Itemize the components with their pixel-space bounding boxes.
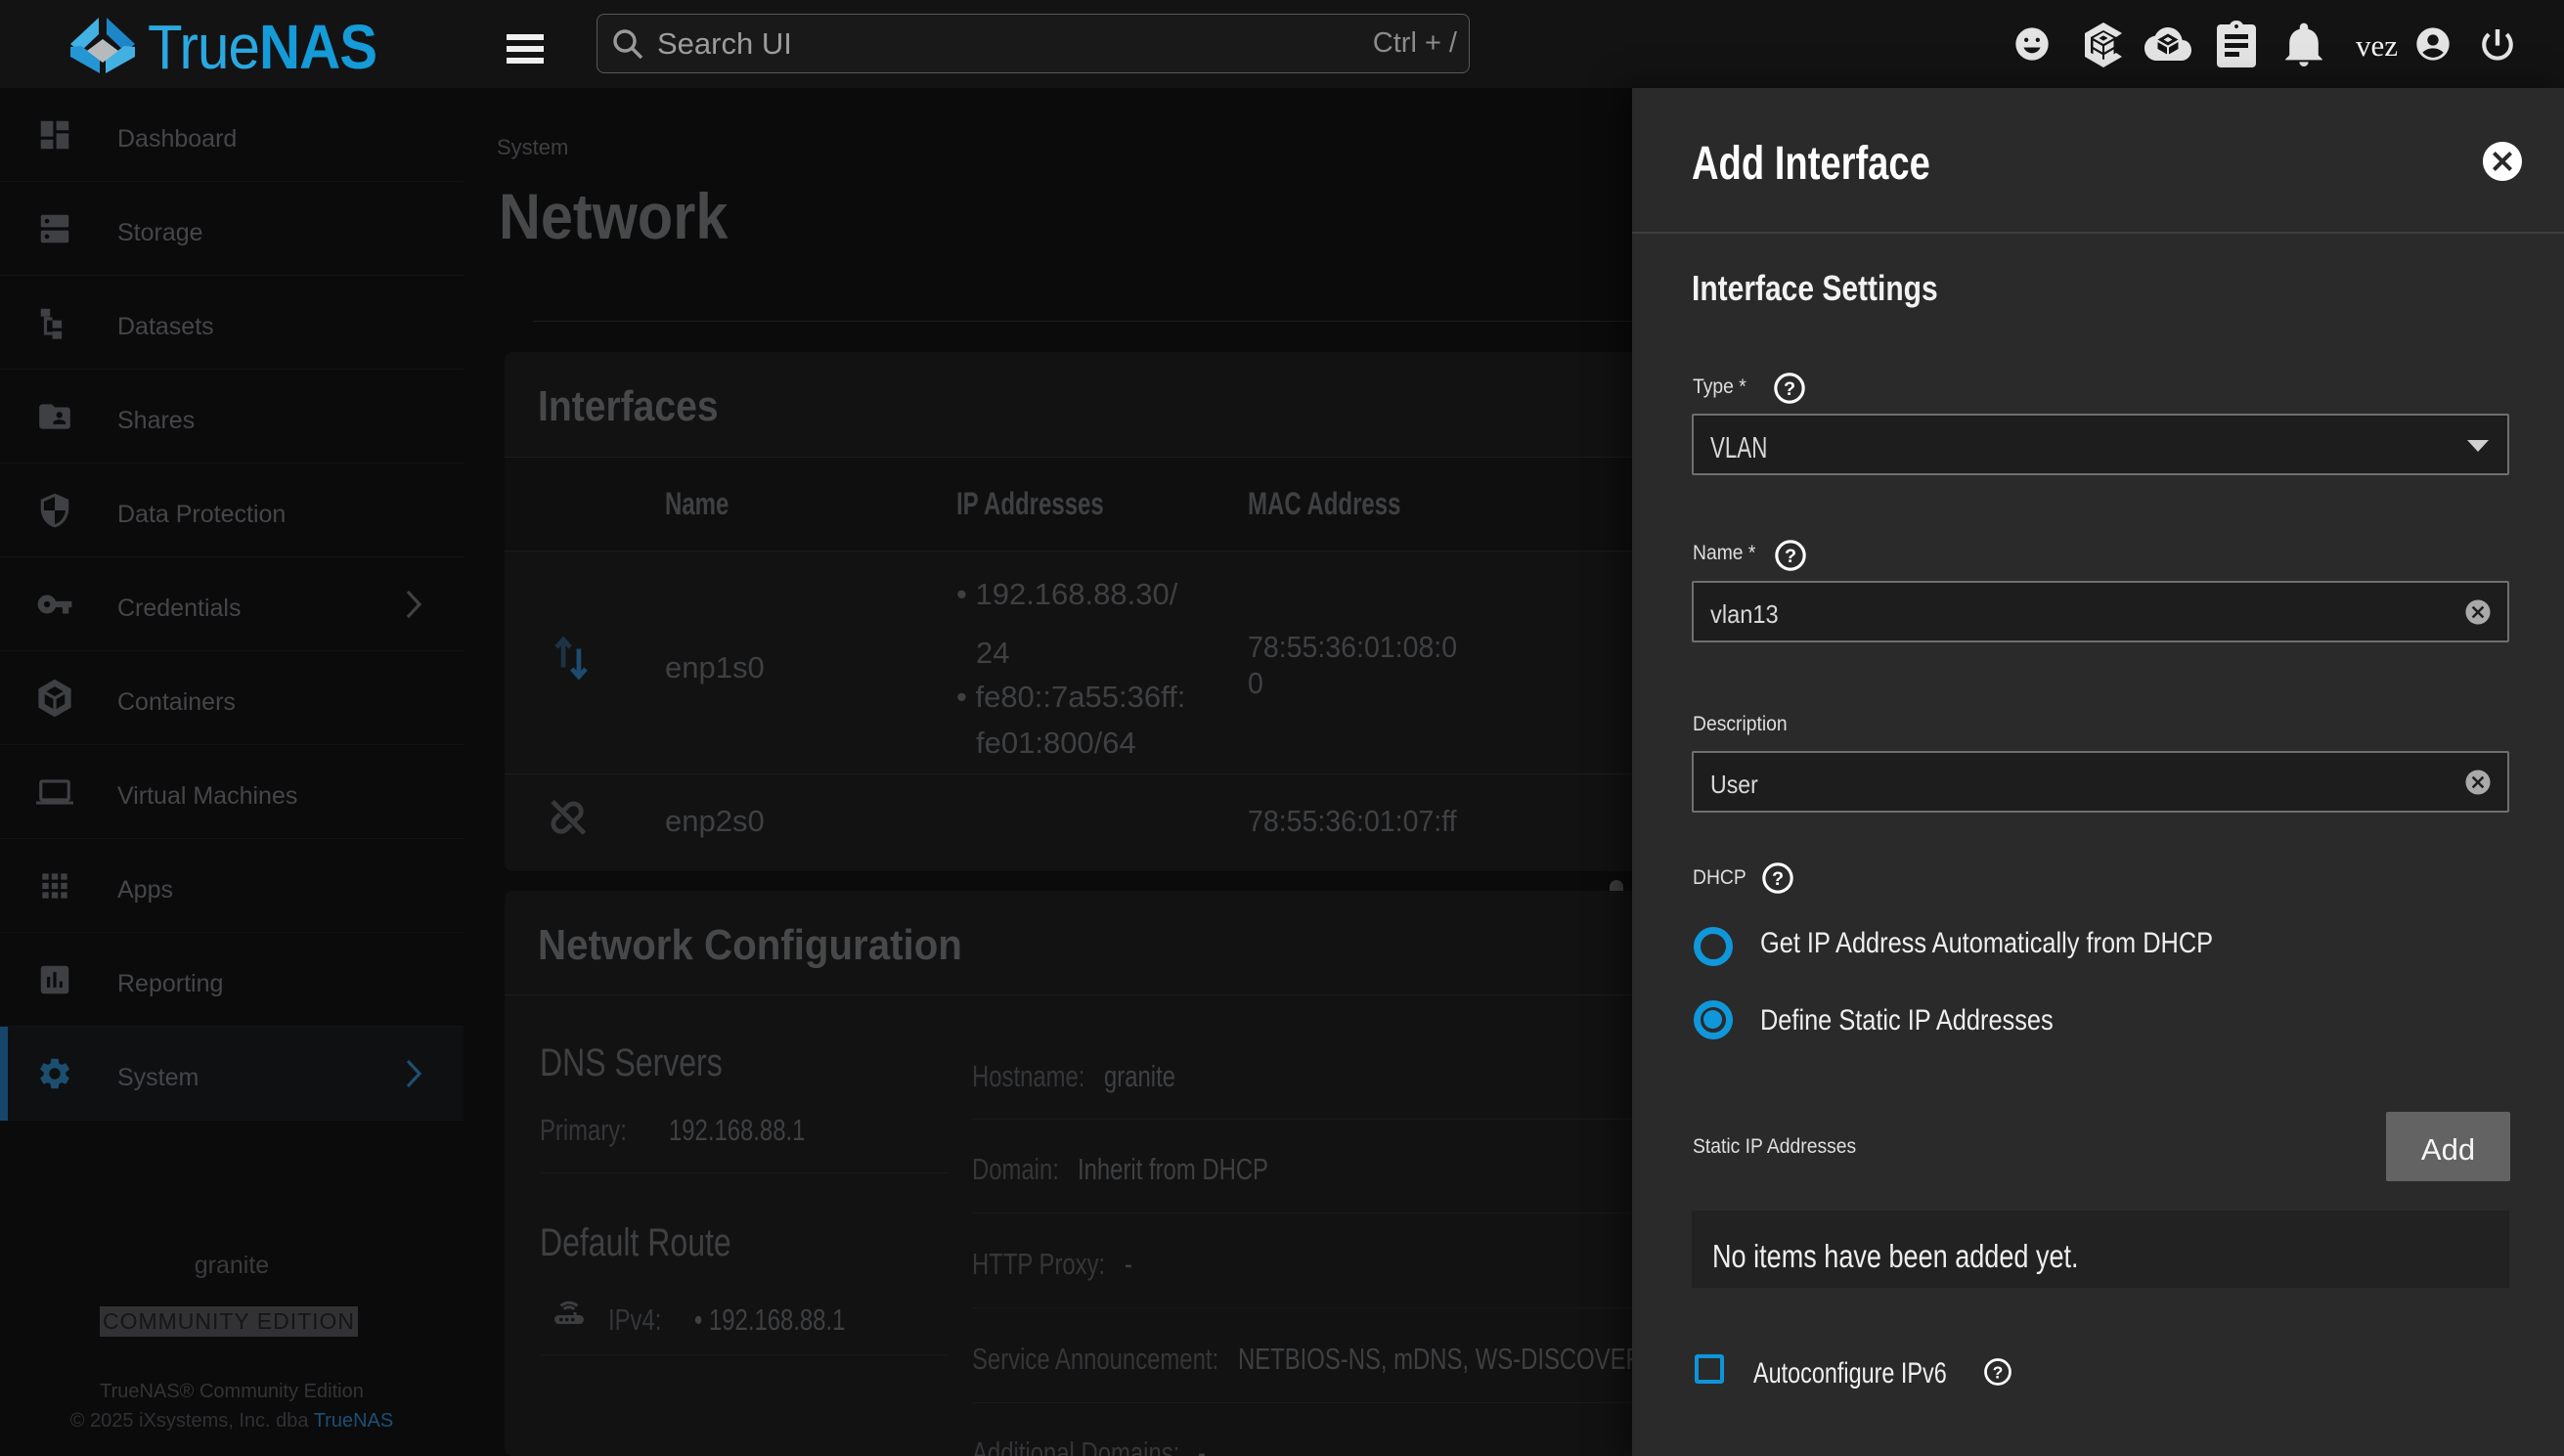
svg-text:?: ? (1784, 378, 1795, 400)
svg-text:?: ? (1772, 868, 1784, 890)
svg-text:?: ? (1993, 1362, 2004, 1382)
svg-text:?: ? (1785, 546, 1796, 567)
